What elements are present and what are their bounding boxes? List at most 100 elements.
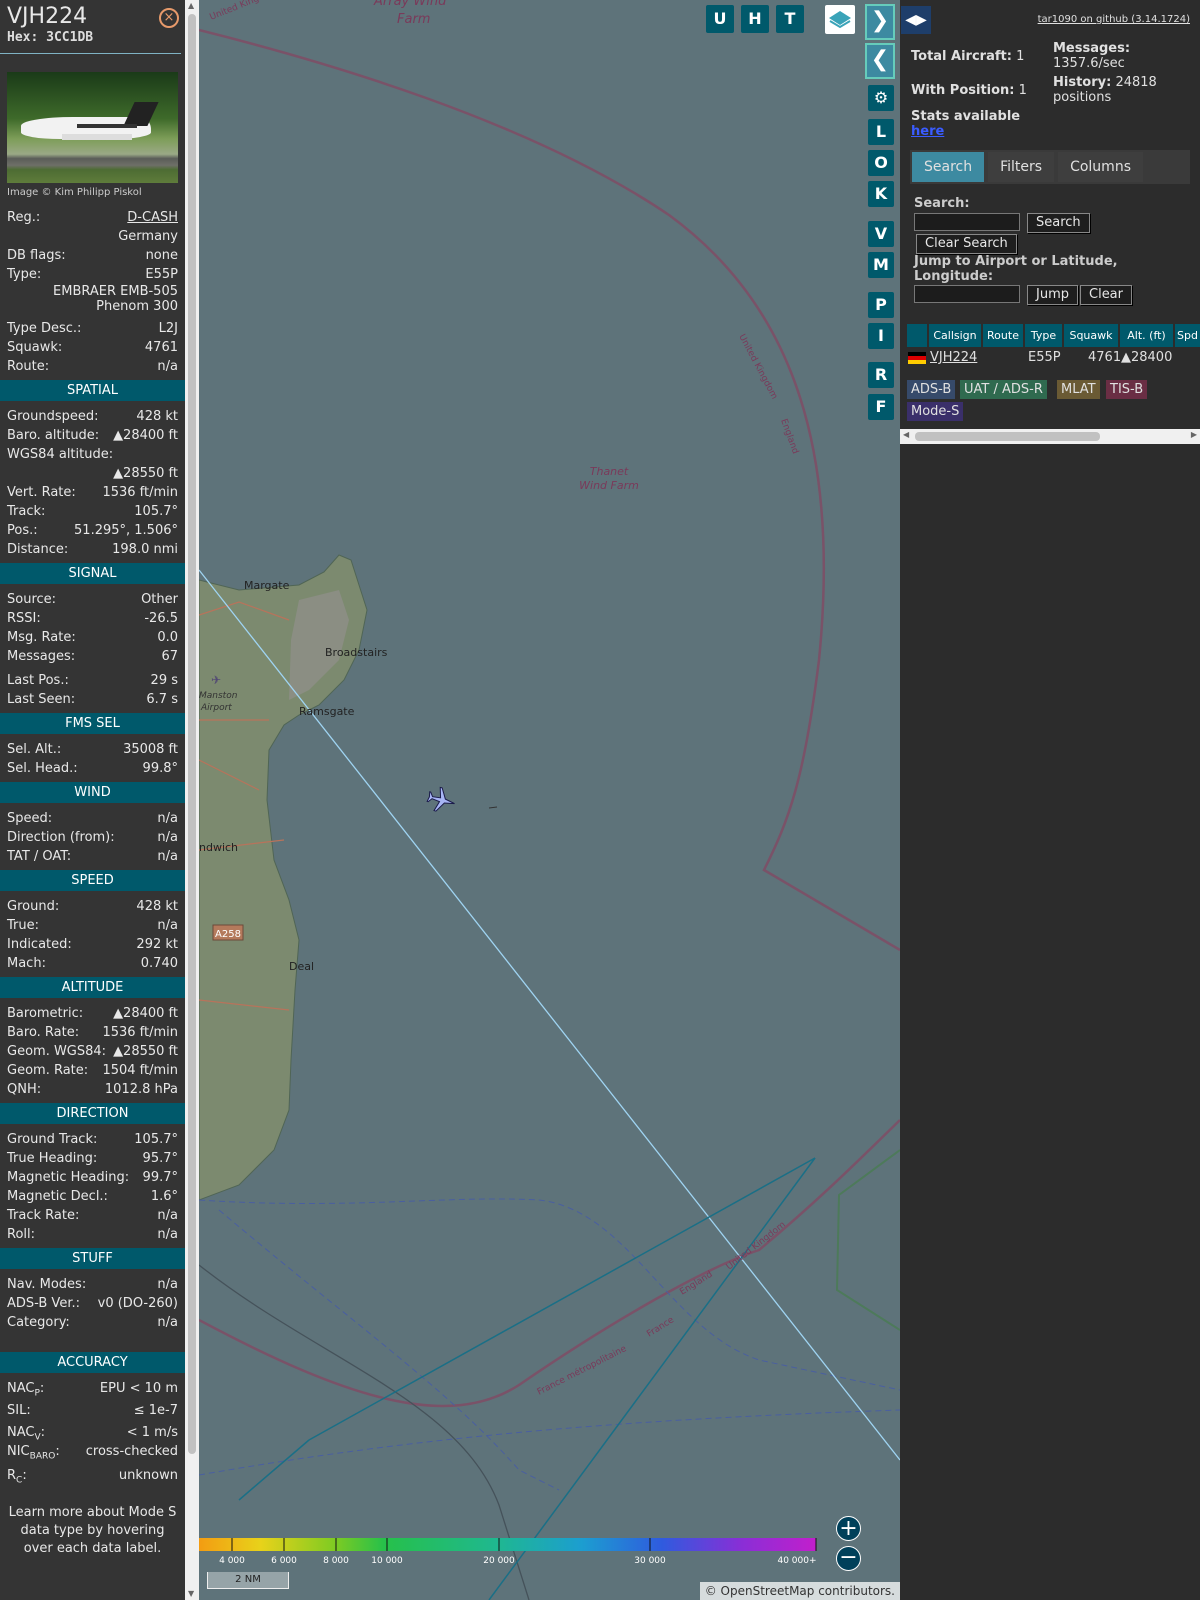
reg-label: Reg.: <box>7 210 41 225</box>
tab-columns[interactable]: Columns <box>1058 152 1143 182</box>
h-button[interactable]: H <box>741 5 769 33</box>
stats-text: Stats available <box>911 109 1021 124</box>
gear-icon: ⚙ <box>873 88 889 107</box>
tab-search[interactable]: Search <box>912 152 985 182</box>
typedesc-label: Type Desc.: <box>7 321 82 336</box>
chevron-left-icon: ❮ <box>870 47 890 72</box>
aircraft-icon[interactable] <box>425 785 457 815</box>
messages-stat: Messages: 1357.6/sec <box>1053 41 1193 71</box>
total-aircraft-value: 1 <box>1016 49 1025 64</box>
u-button[interactable]: U <box>706 5 734 33</box>
l-button[interactable]: L <box>868 119 894 145</box>
stats-here-link[interactable]: here <box>911 124 944 139</box>
zoom-in-button[interactable]: + <box>836 1516 861 1541</box>
aircraft-photo[interactable] <box>7 72 178 183</box>
k-button[interactable]: K <box>868 181 894 207</box>
selalt-value: 35008 ft <box>123 742 178 757</box>
table-row[interactable]: VJH224 E55P 4761 ▲28400 <box>907 347 1200 369</box>
label-broadstairs: Broadstairs <box>325 646 388 659</box>
speed-ground-label: Ground: <box>7 899 60 914</box>
reg-row: Reg.: D-CASH <box>0 208 185 227</box>
legend-tick-label: 6 000 <box>271 1556 297 1566</box>
column-route[interactable]: Route <box>983 324 1023 347</box>
sidebar-scrollbar[interactable]: ▲ ▼ <box>185 0 199 1600</box>
expand-right-button[interactable]: ❯ <box>865 4 895 40</box>
zoom-out-button[interactable]: − <box>836 1546 861 1571</box>
dashed-line-2 <box>218 1209 560 1491</box>
scroll-down-icon[interactable]: ▼ <box>188 1589 194 1598</box>
row-altitude: ▲28400 <box>1121 350 1173 365</box>
registration-link[interactable]: D-CASH <box>127 208 178 227</box>
wgs-alt-value: ▲28550 ft <box>113 466 178 481</box>
github-link[interactable]: tar1090 on github (3.14.1724) <box>1038 14 1190 25</box>
pos-row: Pos.: 51.295°, 1.506° <box>0 521 185 540</box>
p-button[interactable]: P <box>868 292 894 318</box>
scroll-left-icon[interactable]: ◀ <box>903 430 909 439</box>
label-france-metro: France métropolitaine <box>535 1343 628 1398</box>
settings-button[interactable]: ⚙ <box>868 85 894 111</box>
groundspeed-value: 428 kt <box>136 409 178 424</box>
legend-tick-label: 40 000+ <box>777 1556 816 1566</box>
alt-geomrate-row: Geom. Rate: 1504 ft/min <box>0 1061 185 1080</box>
detail-hex: Hex: 3CC1DB <box>7 30 94 45</box>
jump-input[interactable] <box>914 285 1020 303</box>
jump-button[interactable]: Jump <box>1027 285 1078 305</box>
tab-filters[interactable]: Filters <box>988 152 1055 182</box>
wind-speed-label: Speed: <box>7 811 53 826</box>
scroll-up-icon[interactable]: ▲ <box>188 1 194 10</box>
nacp-label: NACP: <box>7 1381 45 1399</box>
scrollbar-thumb[interactable] <box>188 14 196 1454</box>
md-row: Magnetic Decl.: 1.6° <box>0 1187 185 1206</box>
gt-value: 105.7° <box>134 1132 178 1147</box>
rc-value: unknown <box>118 1468 178 1483</box>
i-button[interactable]: I <box>868 323 894 349</box>
th-label: True Heading: <box>7 1151 98 1166</box>
messages-stat-value: 1357.6/sec <box>1053 56 1125 71</box>
alt-baro-label: Barometric: <box>7 1006 84 1021</box>
uk-france-boundary <box>199 1119 900 1408</box>
speed-ground-row: Ground: 428 kt <box>0 897 185 916</box>
dashed-line-1 <box>199 1198 900 1391</box>
column-type[interactable]: Type <box>1025 324 1062 347</box>
clear-search-button[interactable]: Clear Search <box>916 234 1017 254</box>
column-squawk[interactable]: Squawk <box>1064 324 1118 347</box>
country-row: Germany <box>0 227 185 246</box>
detail-header: VJH224 Hex: 3CC1DB <box>0 0 181 54</box>
gt-row: Ground Track: 105.7° <box>0 1130 185 1149</box>
r-button[interactable]: R <box>868 362 894 388</box>
search-button[interactable]: Search <box>1027 213 1090 233</box>
column-speed[interactable]: Spd <box>1175 324 1200 347</box>
country-value: Germany <box>118 229 178 244</box>
lastpos-value: 29 s <box>150 673 178 688</box>
column-altitude[interactable]: Alt. (ft) <box>1120 324 1173 347</box>
f-button[interactable]: F <box>868 394 894 420</box>
table-hscroll[interactable]: ◀ ▶ <box>900 429 1200 444</box>
search-input[interactable] <box>914 213 1020 231</box>
hscroll-thumb[interactable] <box>915 432 1100 441</box>
column-flag[interactable] <box>907 324 927 347</box>
t-button[interactable]: T <box>776 5 804 33</box>
section-direction: DIRECTION <box>0 1103 185 1124</box>
o-button[interactable]: O <box>868 150 894 176</box>
baro-alt-row: Baro. altitude: ▲28400 ft <box>0 426 185 445</box>
scroll-right-icon[interactable]: ▶ <box>1191 430 1197 439</box>
history-stat: History: 24818 positions <box>1053 75 1193 105</box>
label-thanet: Thanet <box>590 465 629 478</box>
tat-label: TAT / OAT: <box>7 849 72 864</box>
m-button[interactable]: M <box>868 252 894 278</box>
clear-button[interactable]: Clear <box>1080 285 1132 305</box>
learn-more-text: Learn more about Mode S data type by hov… <box>8 1505 177 1556</box>
map-canvas[interactable]: Array Wind Farm Thanet Wind Farm Margate… <box>199 0 900 1600</box>
tr-value: n/a <box>157 1208 178 1223</box>
chevron-right-icon: ❯ <box>870 8 890 33</box>
toggle-panel-button[interactable]: ◀▶ <box>901 6 931 34</box>
map-view[interactable]: Array Wind Farm Thanet Wind Farm Margate… <box>199 0 900 1600</box>
layers-button[interactable] <box>825 5 855 34</box>
selhead-label: Sel. Head.: <box>7 761 78 776</box>
alt-geom-label: Geom. WGS84: <box>7 1044 107 1059</box>
column-callsign[interactable]: Callsign <box>929 324 981 347</box>
collapse-left-button[interactable]: ❮ <box>865 43 895 79</box>
v-button[interactable]: V <box>868 221 894 247</box>
close-icon[interactable]: × <box>159 8 179 28</box>
row-callsign[interactable]: VJH224 <box>930 347 977 369</box>
